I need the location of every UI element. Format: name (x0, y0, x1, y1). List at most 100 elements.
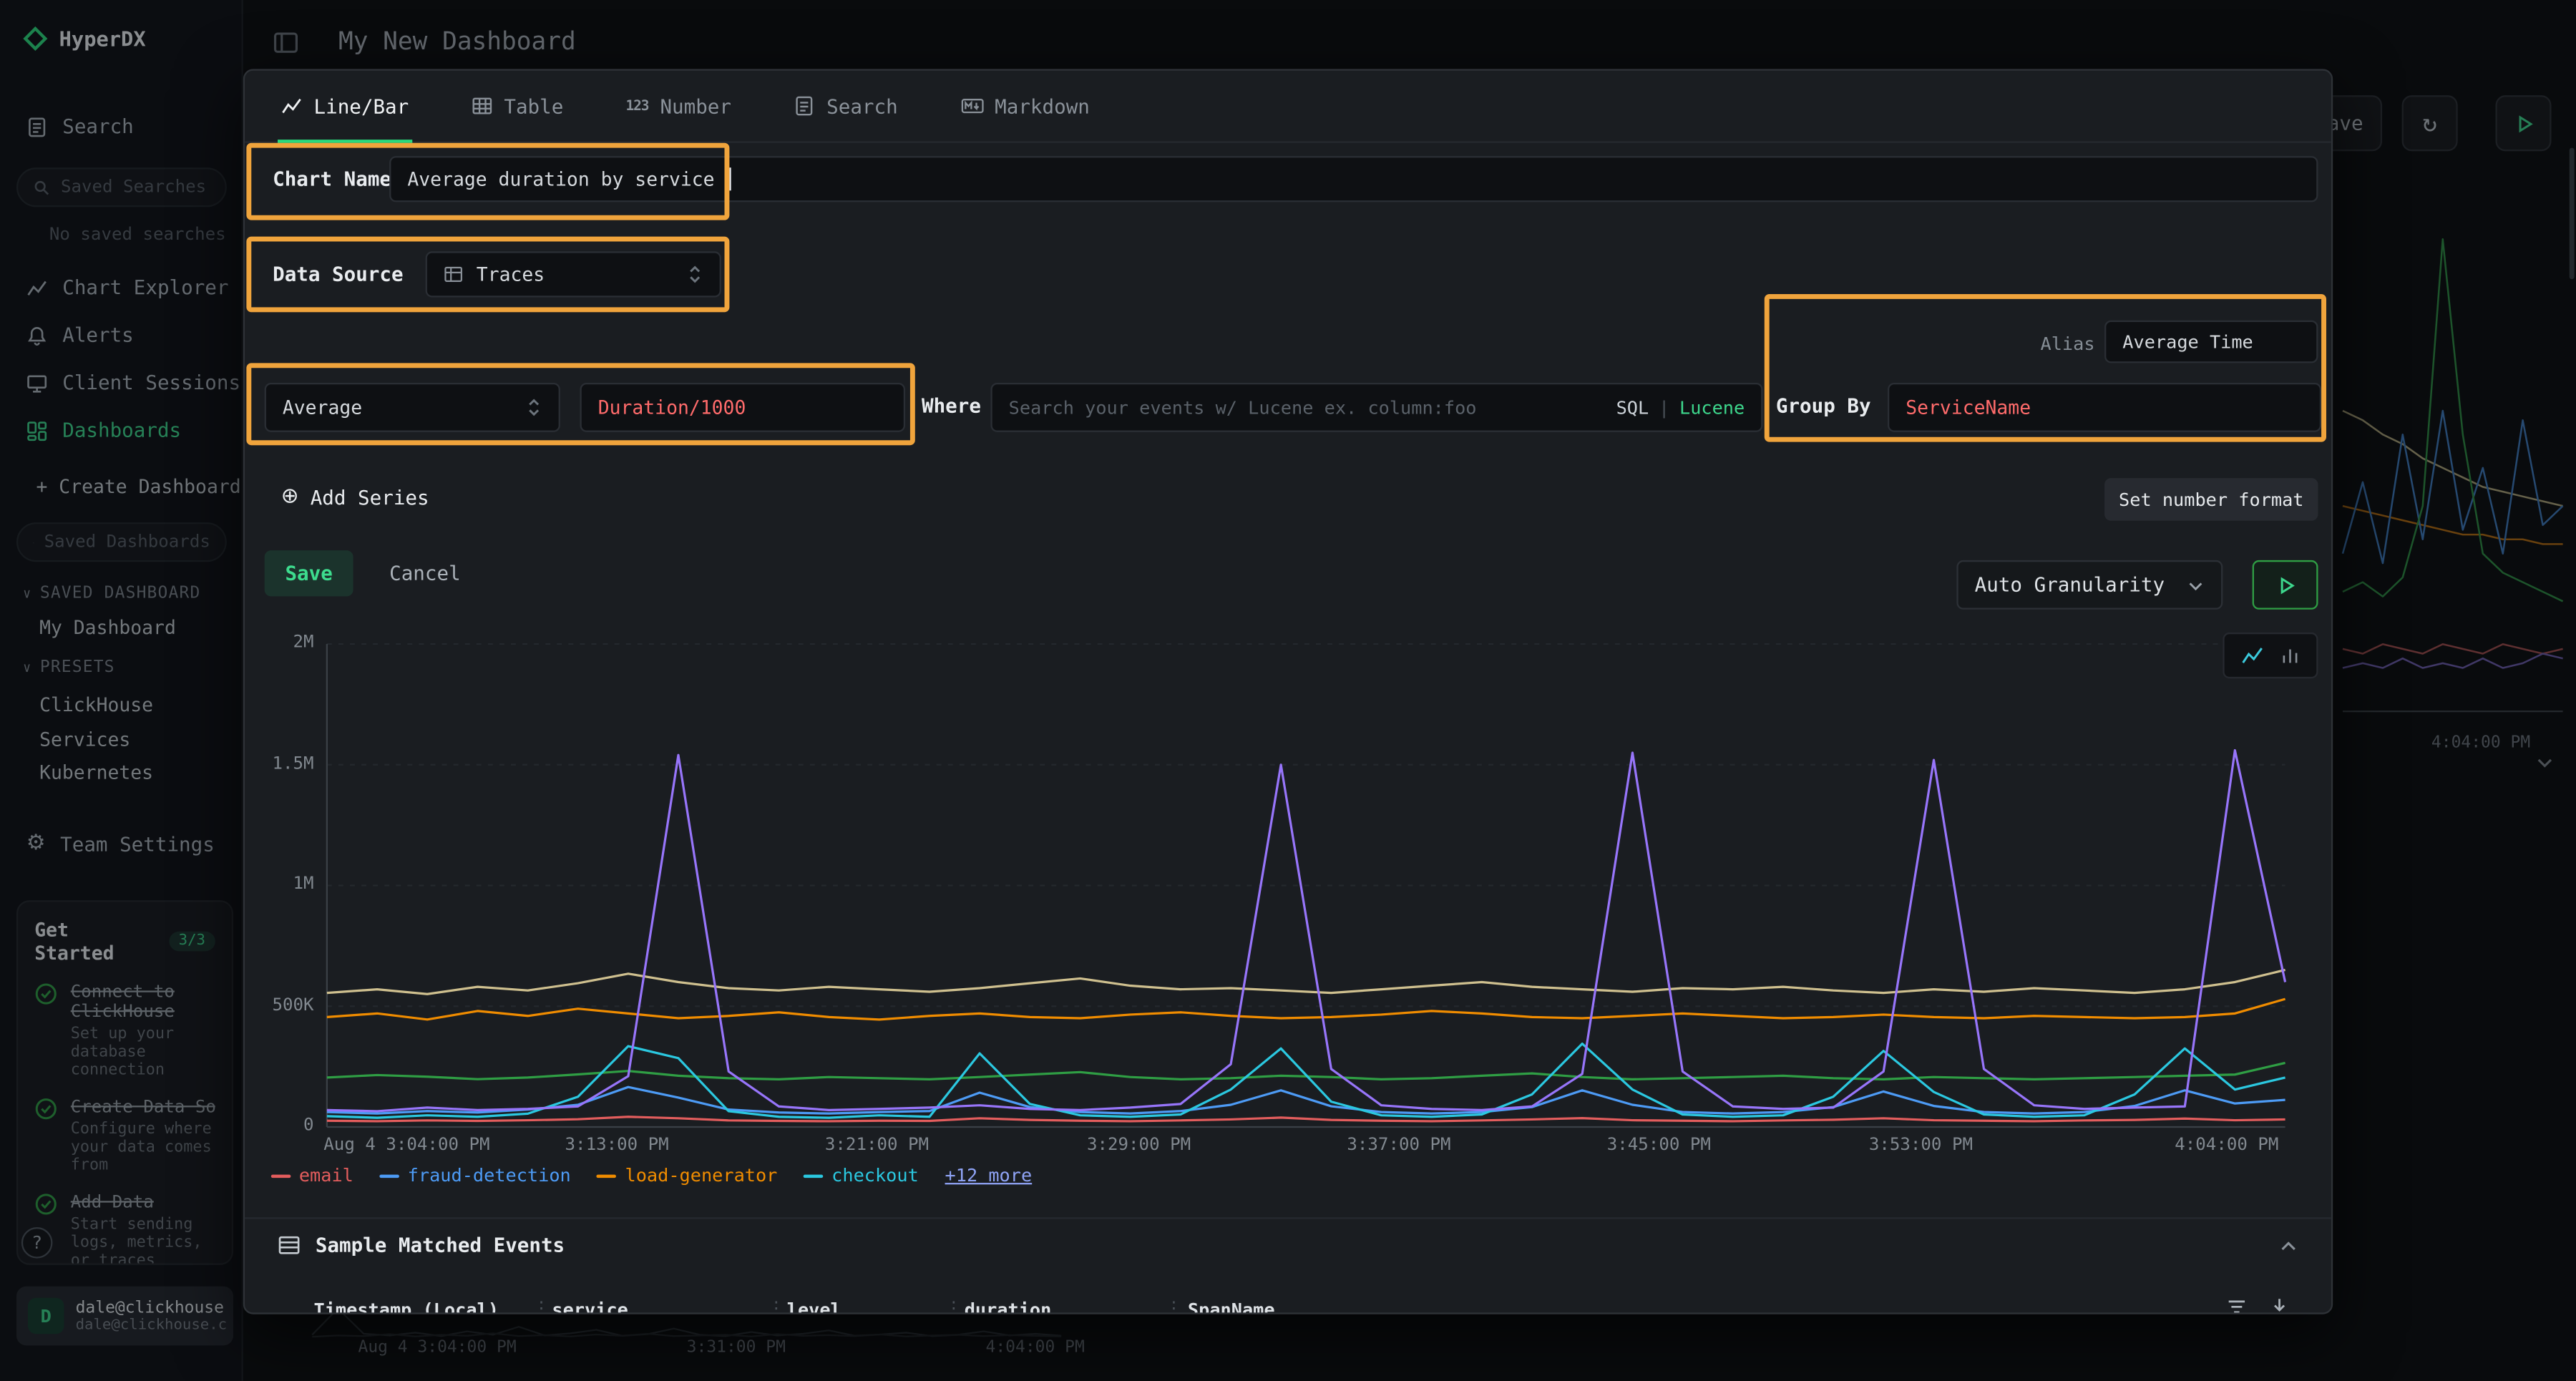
text-caret (729, 167, 731, 190)
line-chart-icon (281, 95, 303, 117)
add-series-button[interactable]: ⊕ Add Series (281, 484, 429, 509)
group-by-input[interactable]: ServiceName (1888, 383, 2321, 432)
legend-label: email (299, 1165, 353, 1186)
x-axis-label: 3:45:00 PM (1607, 1135, 1711, 1155)
granularity-value: Auto Granularity (1975, 573, 2165, 596)
legend-label: +12 more (945, 1165, 1033, 1186)
sample-events-header[interactable]: Sample Matched Events (278, 1234, 565, 1256)
filter-icon[interactable] (2226, 1296, 2248, 1314)
run-chart-button[interactable] (2253, 560, 2318, 610)
x-axis-label: 4:04:00 PM (2175, 1135, 2278, 1155)
granularity-select[interactable]: Auto Granularity (1956, 560, 2223, 610)
select-updown-icon (526, 398, 542, 418)
legend-dash (380, 1173, 400, 1177)
data-source-select[interactable]: Traces (426, 251, 721, 297)
markdown-icon (960, 95, 983, 117)
tab-table[interactable]: Table (471, 71, 563, 142)
table-icon (471, 95, 492, 117)
tab-label: Line/Bar (314, 94, 409, 117)
column-header-level[interactable]: level (787, 1299, 841, 1314)
list-icon (278, 1234, 301, 1256)
chevron-down-icon (2187, 576, 2205, 594)
legend-label: fraud-detection (408, 1165, 571, 1186)
main-chart[interactable] (323, 639, 2288, 1132)
chart-name-value: Average duration by service (407, 167, 714, 190)
chart-display-toggle (2223, 633, 2318, 678)
save-button[interactable]: Save (265, 550, 353, 596)
play-icon (2275, 574, 2296, 595)
alias-label: Alias (2041, 333, 2095, 355)
column-header-spanname[interactable]: SpanName (1188, 1299, 1275, 1314)
legend-dash (804, 1173, 824, 1177)
x-axis-label: 3:29:00 PM (1087, 1135, 1191, 1155)
x-axis-label: 3:37:00 PM (1347, 1135, 1450, 1155)
tab-label: Number (660, 94, 731, 117)
set-number-format-button[interactable]: Set number format (2104, 478, 2318, 521)
document-icon (794, 95, 815, 117)
legend-dash (597, 1173, 617, 1177)
tab-number[interactable]: 123 Number (626, 71, 731, 142)
sql-toggle[interactable]: SQL (1616, 396, 1649, 418)
x-axis-label: 3:21:00 PM (825, 1135, 929, 1155)
toggle-divider: | (1659, 396, 1669, 418)
chart-name-input[interactable]: Average duration by service (389, 156, 2318, 202)
group-by-label: Group By (1776, 394, 1871, 417)
legend-item[interactable]: +12 more (945, 1165, 1033, 1186)
app-root: My New Dashboard Save ↻ 4:04:00 PM Aug 4… (0, 0, 2576, 1381)
legend-dash (271, 1173, 291, 1177)
cancel-button[interactable]: Cancel (389, 550, 461, 596)
column-header-timestamp[interactable]: Timestamp (Local) (314, 1299, 499, 1314)
column-separator: ⋮ (1165, 1298, 1183, 1314)
bar-chart-icon[interactable] (2280, 645, 2301, 665)
divider (245, 1217, 2331, 1219)
where-input[interactable]: Search your events w/ Lucene ex. column:… (990, 383, 1762, 432)
sample-events-title: Sample Matched Events (316, 1234, 565, 1256)
group-by-value: ServiceName (1906, 396, 2031, 419)
field-value: Duration/1000 (598, 396, 746, 419)
column-separator: ⋮ (532, 1298, 550, 1314)
alias-value: Average Time (2122, 331, 2253, 353)
number-123-icon: 123 (626, 98, 649, 114)
line-chart-icon[interactable] (2241, 644, 2264, 667)
x-axis-label: Aug 4 3:04:00 PM (323, 1135, 489, 1155)
lucene-toggle[interactable]: Lucene (1679, 396, 1745, 418)
alias-input[interactable]: Average Time (2104, 321, 2318, 363)
data-source-label: Data Source (273, 263, 403, 286)
column-header-duration[interactable]: duration (965, 1299, 1052, 1314)
tab-search[interactable]: Search (794, 71, 897, 142)
tab-markdown[interactable]: Markdown (960, 71, 1090, 142)
where-label: Where (922, 394, 981, 417)
y-axis-label: 1M (248, 874, 314, 894)
column-header-service[interactable]: service (552, 1299, 628, 1314)
data-source-value: Traces (477, 263, 545, 286)
y-axis-label: 1.5M (248, 753, 314, 774)
chart-line (327, 970, 2285, 994)
download-icon[interactable] (2269, 1296, 2290, 1314)
legend-item[interactable]: fraud-detection (380, 1165, 571, 1186)
chart-line (327, 1087, 2285, 1113)
collapse-chevron-icon[interactable] (2278, 1237, 2298, 1257)
circle-plus-icon: ⊕ (281, 484, 299, 509)
chart-legend: email fraud-detection load-generator checko… (271, 1165, 1032, 1186)
legend-item[interactable]: email (271, 1165, 353, 1186)
tab-label: Markdown (995, 94, 1090, 117)
chart-type-tabs: Line/Bar Table 123 Number Search Markdow… (245, 71, 2331, 143)
tab-label: Table (504, 94, 563, 117)
y-axis-label: 2M (248, 633, 314, 653)
legend-item[interactable]: checkout (804, 1165, 919, 1186)
x-axis-label: 3:13:00 PM (565, 1135, 669, 1155)
tab-line-bar[interactable]: Line/Bar (281, 71, 409, 142)
chart-line (327, 1063, 2285, 1079)
aggregation-value: Average (283, 396, 362, 419)
legend-item[interactable]: load-generator (597, 1165, 777, 1186)
table-icon (444, 265, 464, 285)
chart-line (327, 1117, 2285, 1121)
aggregation-select[interactable]: Average (265, 383, 560, 432)
edit-chart-modal: Line/Bar Table 123 Number Search Markdow… (243, 69, 2333, 1314)
chart-line (327, 751, 2285, 1111)
column-separator: ⋮ (945, 1298, 962, 1314)
field-input[interactable]: Duration/1000 (580, 383, 905, 432)
add-series-label: Add Series (311, 485, 429, 508)
select-updown-icon (687, 265, 703, 285)
y-axis-label: 0 (248, 1116, 314, 1136)
